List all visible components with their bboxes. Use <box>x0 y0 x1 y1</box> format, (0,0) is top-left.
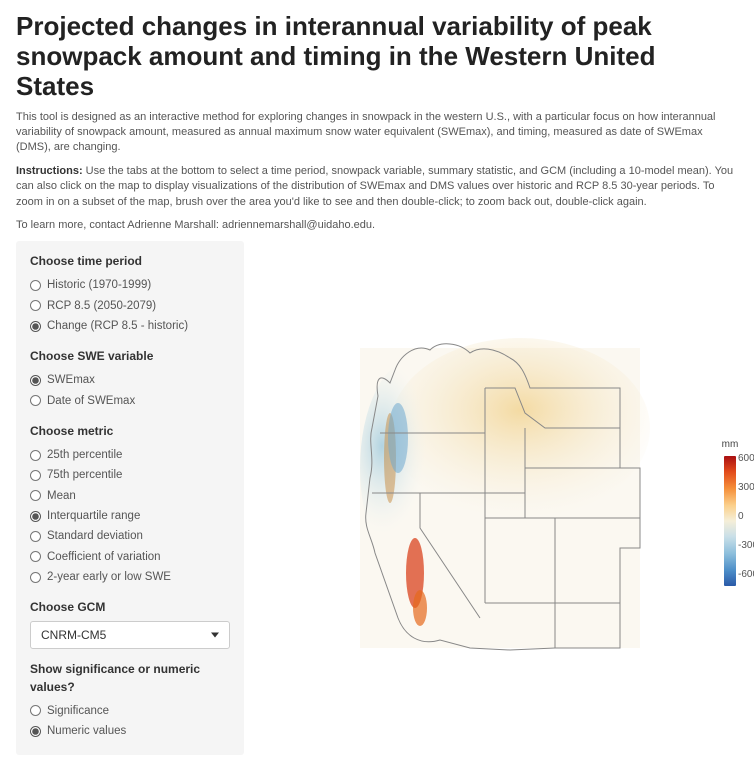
significance-group: Show significance or numeric values? Sig… <box>30 661 230 741</box>
radio-label: SWEmax <box>47 372 95 388</box>
significance-label: Show significance or numeric values? <box>30 661 230 695</box>
controls-sidebar: Choose time period Historic (1970-1999) … <box>16 241 244 755</box>
swe-option-swemax[interactable]: SWEmax <box>30 370 230 390</box>
radio-label: 25th percentile <box>47 447 122 463</box>
radio-label: Significance <box>47 703 109 719</box>
gcm-selected-value: CNRM-CM5 <box>41 627 106 644</box>
metric-option-2yr[interactable]: 2-year early or low SWE <box>30 567 230 587</box>
time-period-option-change[interactable]: Change (RCP 8.5 - historic) <box>30 316 230 336</box>
legend-ticks: 600 300 0 -300 -600 <box>738 452 754 582</box>
metric-label: Choose metric <box>30 423 230 440</box>
gcm-select[interactable]: CNRM-CM5 <box>30 621 230 649</box>
legend-tick: 600 <box>738 452 754 466</box>
instructions-label: Instructions: <box>16 165 83 177</box>
metric-group: Choose metric 25th percentile 75th perce… <box>30 423 230 587</box>
metric-option-75th[interactable]: 75th percentile <box>30 465 230 485</box>
metric-option-std[interactable]: Standard deviation <box>30 526 230 546</box>
radio-label: Standard deviation <box>47 528 143 544</box>
chevron-down-icon <box>211 633 219 638</box>
intro-block: This tool is designed as an interactive … <box>16 110 738 234</box>
swe-variable-label: Choose SWE variable <box>30 348 230 365</box>
western-us-map[interactable] <box>320 318 680 678</box>
color-legend: mm 600 300 0 -300 -600 <box>700 438 754 586</box>
metric-option-mean[interactable]: Mean <box>30 486 230 506</box>
sig-option-significance[interactable]: Significance <box>30 701 230 721</box>
legend-tick: 0 <box>738 510 754 524</box>
radio-label: RCP 8.5 (2050-2079) <box>47 298 156 314</box>
radio-label: Coefficient of variation <box>47 549 161 565</box>
legend-tick: -600 <box>738 568 754 582</box>
swe-variable-group: Choose SWE variable SWEmax Date of SWEma… <box>30 348 230 411</box>
swe-option-date[interactable]: Date of SWEmax <box>30 391 230 411</box>
radio-label: Numeric values <box>47 723 126 739</box>
legend-tick: 300 <box>738 481 754 495</box>
radio-label: Mean <box>47 488 76 504</box>
time-period-group: Choose time period Historic (1970-1999) … <box>30 253 230 336</box>
sig-option-numeric[interactable]: Numeric values <box>30 721 230 741</box>
intro-paragraph-2: Instructions: Use the tabs at the bottom… <box>16 164 738 210</box>
radio-label: 75th percentile <box>47 467 122 483</box>
legend-colorbar <box>724 456 736 586</box>
intro-paragraph-3: To learn more, contact Adrienne Marshall… <box>16 218 738 233</box>
intro-paragraph-1: This tool is designed as an interactive … <box>16 110 738 156</box>
gcm-label: Choose GCM <box>30 599 230 616</box>
legend-tick: -300 <box>738 539 754 553</box>
metric-option-25th[interactable]: 25th percentile <box>30 445 230 465</box>
radio-label: Interquartile range <box>47 508 140 524</box>
time-period-option-rcp85[interactable]: RCP 8.5 (2050-2079) <box>30 296 230 316</box>
legend-unit: mm <box>700 438 754 452</box>
map-panel: mm 600 300 0 -300 -600 <box>262 241 738 755</box>
metric-option-cv[interactable]: Coefficient of variation <box>30 547 230 567</box>
map-holder[interactable]: mm 600 300 0 -300 -600 <box>320 318 680 678</box>
gcm-group: Choose GCM CNRM-CM5 <box>30 599 230 649</box>
radio-label: 2-year early or low SWE <box>47 569 171 585</box>
time-period-option-historic[interactable]: Historic (1970-1999) <box>30 275 230 295</box>
radio-label: Date of SWEmax <box>47 393 135 409</box>
radio-label: Historic (1970-1999) <box>47 277 151 293</box>
page-title: Projected changes in interannual variabi… <box>16 12 738 102</box>
time-period-label: Choose time period <box>30 253 230 270</box>
instructions-text: Use the tabs at the bottom to select a t… <box>16 165 733 208</box>
radio-label: Change (RCP 8.5 - historic) <box>47 318 188 334</box>
metric-option-iqr[interactable]: Interquartile range <box>30 506 230 526</box>
